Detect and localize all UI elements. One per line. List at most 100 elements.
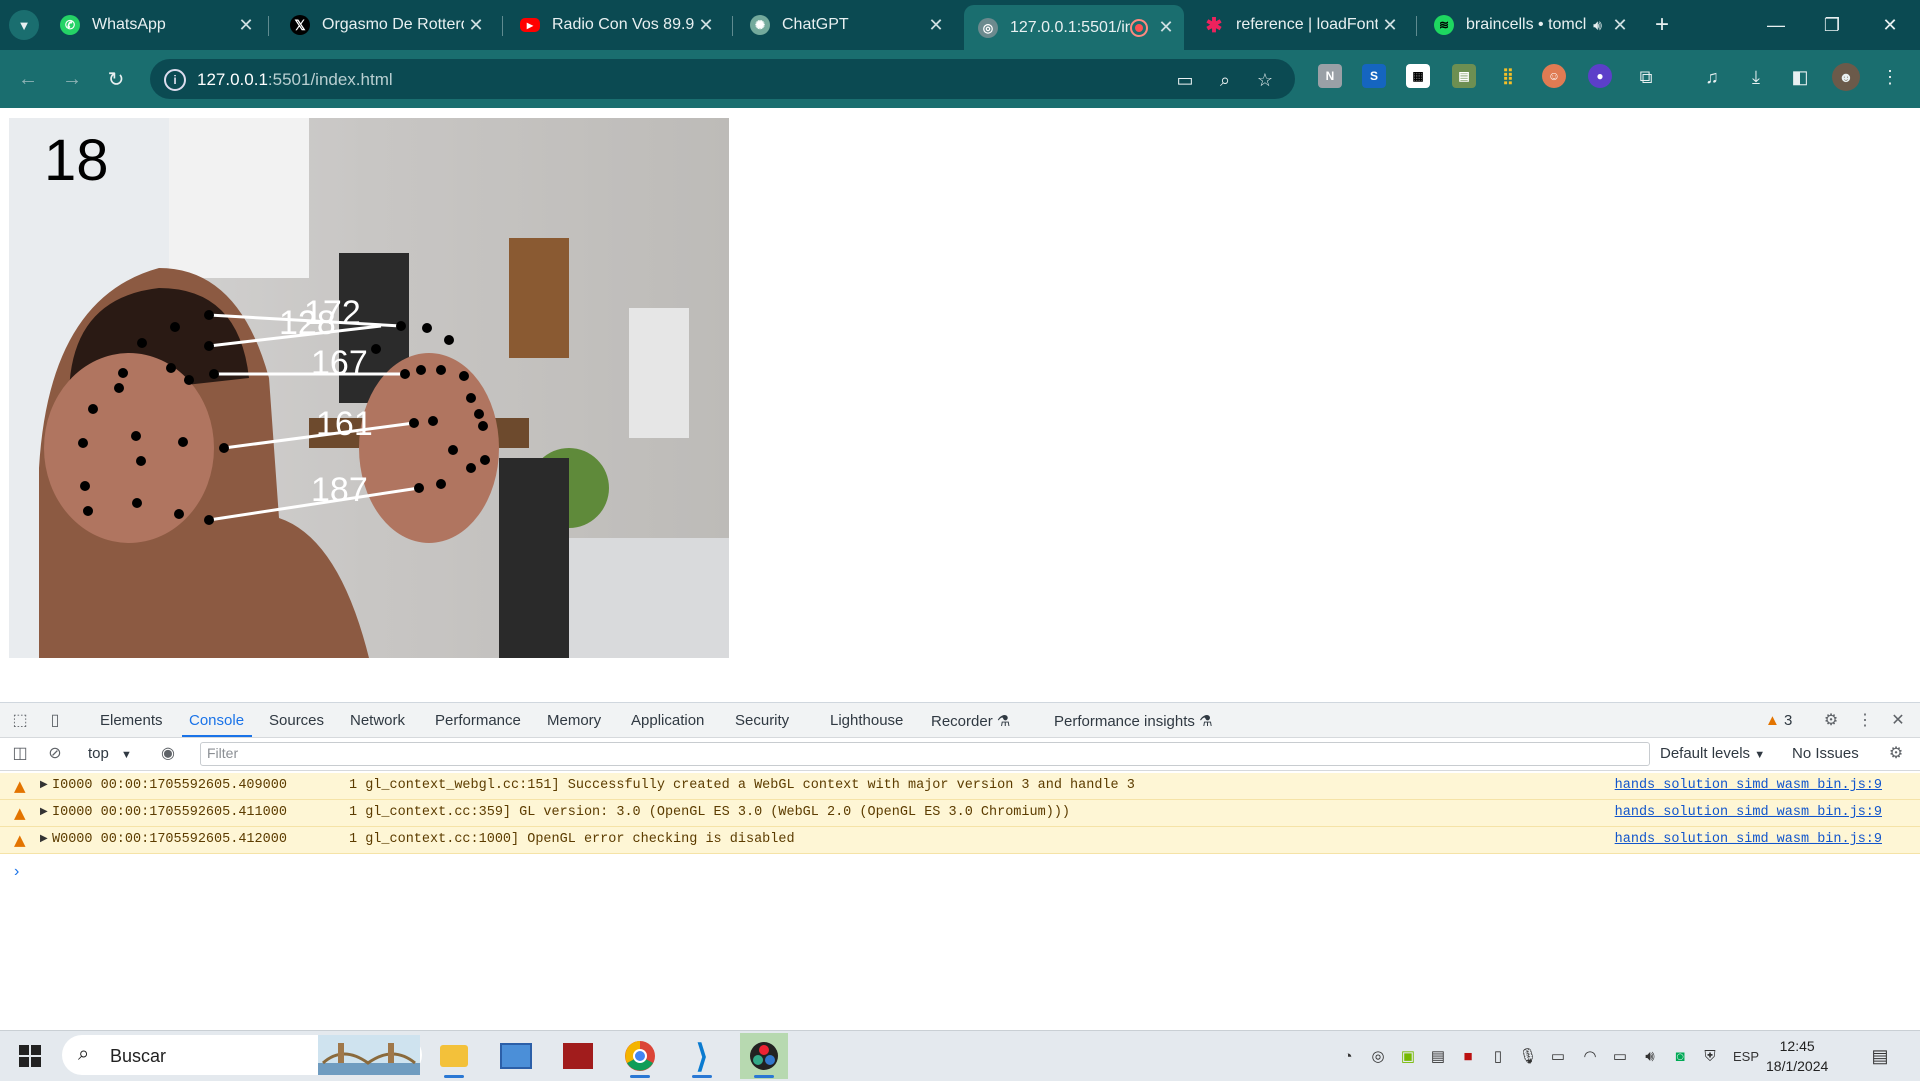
filter-input[interactable] [201, 743, 1613, 763]
usb-icon[interactable]: ▯ [1488, 1046, 1508, 1066]
battery-icon[interactable]: ▭ [1610, 1046, 1630, 1066]
tab-sources[interactable]: Sources [269, 712, 324, 729]
extension-grid-icon[interactable]: ⣿ [1496, 64, 1520, 88]
tab-security[interactable]: Security [735, 712, 789, 729]
eye-icon[interactable]: ◉ [158, 743, 178, 763]
warnings-badge[interactable]: ▲ 3 [1765, 712, 1792, 729]
headset-icon[interactable]: ◙ [1670, 1046, 1690, 1066]
back-button[interactable]: ← [12, 63, 44, 95]
tray-app-icon[interactable]: ◔ [1338, 1046, 1358, 1066]
extension-purple-icon[interactable]: ● [1588, 64, 1612, 88]
kebab-menu-icon[interactable]: ⋮ [1855, 710, 1875, 730]
tray-app-icon[interactable]: ▤ [1428, 1046, 1448, 1066]
tab-console[interactable]: Console [189, 712, 244, 729]
tab-recorder[interactable]: Recorder ⚗ [931, 712, 1010, 730]
taskbar-app-blue[interactable] [492, 1033, 540, 1079]
tab-spotify[interactable]: ≋ braincells • tomcl 🔊︎ ✕ [1420, 7, 1638, 43]
log-source-link[interactable]: hands_solution_simd_wasm_bin.js:9 [1615, 778, 1882, 793]
start-button[interactable] [6, 1033, 54, 1079]
tray-red-app-icon[interactable]: ■ [1458, 1046, 1478, 1066]
zoom-icon[interactable]: ⌕ [1214, 69, 1236, 91]
log-source-link[interactable]: hands_solution_simd_wasm_bin.js:9 [1615, 805, 1882, 820]
volume-icon[interactable]: 🔊︎ [1640, 1046, 1660, 1066]
console-message[interactable]: ▲ ▶ I0000 00:00:1705592605.409000 1 gl_c… [0, 773, 1920, 800]
extensions-puzzle-icon[interactable]: ⧉ [1632, 63, 1660, 91]
info-icon[interactable]: i [164, 69, 186, 91]
close-icon[interactable]: ✕ [1888, 710, 1908, 730]
taskbar-chrome[interactable] [616, 1033, 664, 1079]
close-icon[interactable]: ✕ [1154, 16, 1178, 40]
language-indicator[interactable]: ESP [1728, 1046, 1764, 1066]
extension-qr-icon[interactable]: ▦ [1406, 64, 1430, 88]
levels-dropdown[interactable]: Default levels ▼ [1660, 745, 1765, 762]
camera-icon[interactable]: ▭ [1174, 69, 1196, 91]
inspect-element-icon[interactable]: ⬚ [10, 710, 30, 730]
media-control-icon[interactable]: ♫ [1698, 63, 1726, 91]
extension-map-icon[interactable]: ▤ [1452, 64, 1476, 88]
extension-s-icon[interactable]: S [1362, 64, 1386, 88]
tray-app-icon[interactable]: ◎ [1368, 1046, 1388, 1066]
tab-p5-reference[interactable]: ✱ reference | loadFont() ✕ [1190, 7, 1408, 43]
forward-button[interactable]: → [56, 63, 88, 95]
tab-youtube[interactable]: ▶ Radio Con Vos 89.9 - ✕ [506, 7, 724, 43]
tab-elements[interactable]: Elements [100, 712, 163, 729]
issues-button[interactable]: No Issues [1792, 745, 1859, 762]
console-message[interactable]: ▲ ▶ W0000 00:00:1705592605.412000 1 gl_c… [0, 827, 1920, 854]
tab-application[interactable]: Application [631, 712, 704, 729]
close-icon[interactable]: ✕ [694, 13, 718, 37]
console-prompt[interactable]: › [14, 863, 19, 881]
side-panel-icon[interactable]: ◧ [1786, 63, 1814, 91]
close-icon[interactable]: ✕ [234, 13, 258, 37]
restore-button[interactable]: ❐ [1812, 8, 1852, 42]
menu-kebab-icon[interactable]: ⋮ [1876, 63, 1904, 91]
clear-console-icon[interactable]: ⊘ [45, 743, 65, 763]
taskbar-app-red[interactable] [554, 1033, 602, 1079]
device-toolbar-icon[interactable]: ▯ [45, 710, 65, 730]
tab-search-button[interactable]: ▼ [6, 8, 42, 42]
microphone-icon[interactable]: 🎙︎ [1518, 1046, 1538, 1066]
tab-whatsapp[interactable]: ✆ WhatsApp ✕ [46, 7, 264, 43]
close-window-button[interactable]: ✕ [1870, 8, 1910, 42]
console-message[interactable]: ▲ ▶ I0000 00:00:1705592605.411000 1 gl_c… [0, 800, 1920, 827]
address-bar[interactable]: i 127.0.0.1:5501/index.html ▭ ⌕ ☆ [150, 59, 1295, 99]
clock[interactable]: 12:45 18/1/2024 [1766, 1036, 1828, 1076]
context-select[interactable]: top ▼ [88, 745, 132, 762]
shield-icon[interactable]: ⛨ [1700, 1046, 1720, 1066]
console-settings-icon[interactable]: ⚙ [1886, 743, 1906, 763]
tab-localhost[interactable]: ◎ 127.0.0.1:5501/index ✕ [964, 5, 1184, 50]
download-icon[interactable]: ⤓ [1742, 63, 1770, 91]
profile-avatar[interactable]: ☻ [1832, 63, 1860, 91]
taskbar-obs[interactable] [740, 1033, 788, 1079]
expand-triangle-icon[interactable]: ▶ [40, 779, 48, 790]
taskbar-search[interactable]: ⌕ Buscar [62, 1035, 422, 1075]
filter-box[interactable] [200, 742, 1650, 766]
expand-triangle-icon[interactable]: ▶ [40, 833, 48, 844]
url-text[interactable]: 127.0.0.1:5501/index.html [197, 70, 393, 90]
sidebar-toggle-icon[interactable]: ◫ [10, 743, 30, 763]
close-icon[interactable]: ✕ [464, 13, 488, 37]
tab-network[interactable]: Network [350, 712, 405, 729]
taskbar-file-explorer[interactable] [430, 1033, 478, 1079]
expand-triangle-icon[interactable]: ▶ [40, 806, 48, 817]
display-icon[interactable]: ▭ [1548, 1046, 1568, 1066]
reload-button[interactable]: ↻ [100, 63, 132, 95]
new-tab-button[interactable]: + [1642, 8, 1682, 42]
webcam-canvas[interactable]: 18 172 128 167 161 187 [9, 118, 729, 658]
speaker-icon[interactable]: 🔊︎ [1593, 17, 1602, 34]
gear-icon[interactable]: ⚙ [1821, 710, 1841, 730]
tab-memory[interactable]: Memory [547, 712, 601, 729]
log-source-link[interactable]: hands_solution_simd_wasm_bin.js:9 [1615, 832, 1882, 847]
tab-performance[interactable]: Performance [435, 712, 521, 729]
minimize-button[interactable]: — [1756, 8, 1796, 42]
extension-face-icon[interactable]: ☺ [1542, 64, 1566, 88]
bookmark-star-icon[interactable]: ☆ [1254, 69, 1276, 91]
extension-n-icon[interactable]: N [1318, 64, 1342, 88]
close-icon[interactable]: ✕ [924, 13, 948, 37]
tab-x[interactable]: 𝕏 Orgasmo De Rotterdam ✕ [276, 7, 494, 43]
tab-chatgpt[interactable]: ✺ ChatGPT ✕ [736, 7, 954, 43]
close-icon[interactable]: ✕ [1378, 13, 1402, 37]
tab-performance-insights[interactable]: Performance insights ⚗ [1054, 712, 1213, 730]
close-icon[interactable]: ✕ [1608, 13, 1632, 37]
wifi-icon[interactable]: ◠ [1580, 1046, 1600, 1066]
tab-lighthouse[interactable]: Lighthouse [830, 712, 903, 729]
